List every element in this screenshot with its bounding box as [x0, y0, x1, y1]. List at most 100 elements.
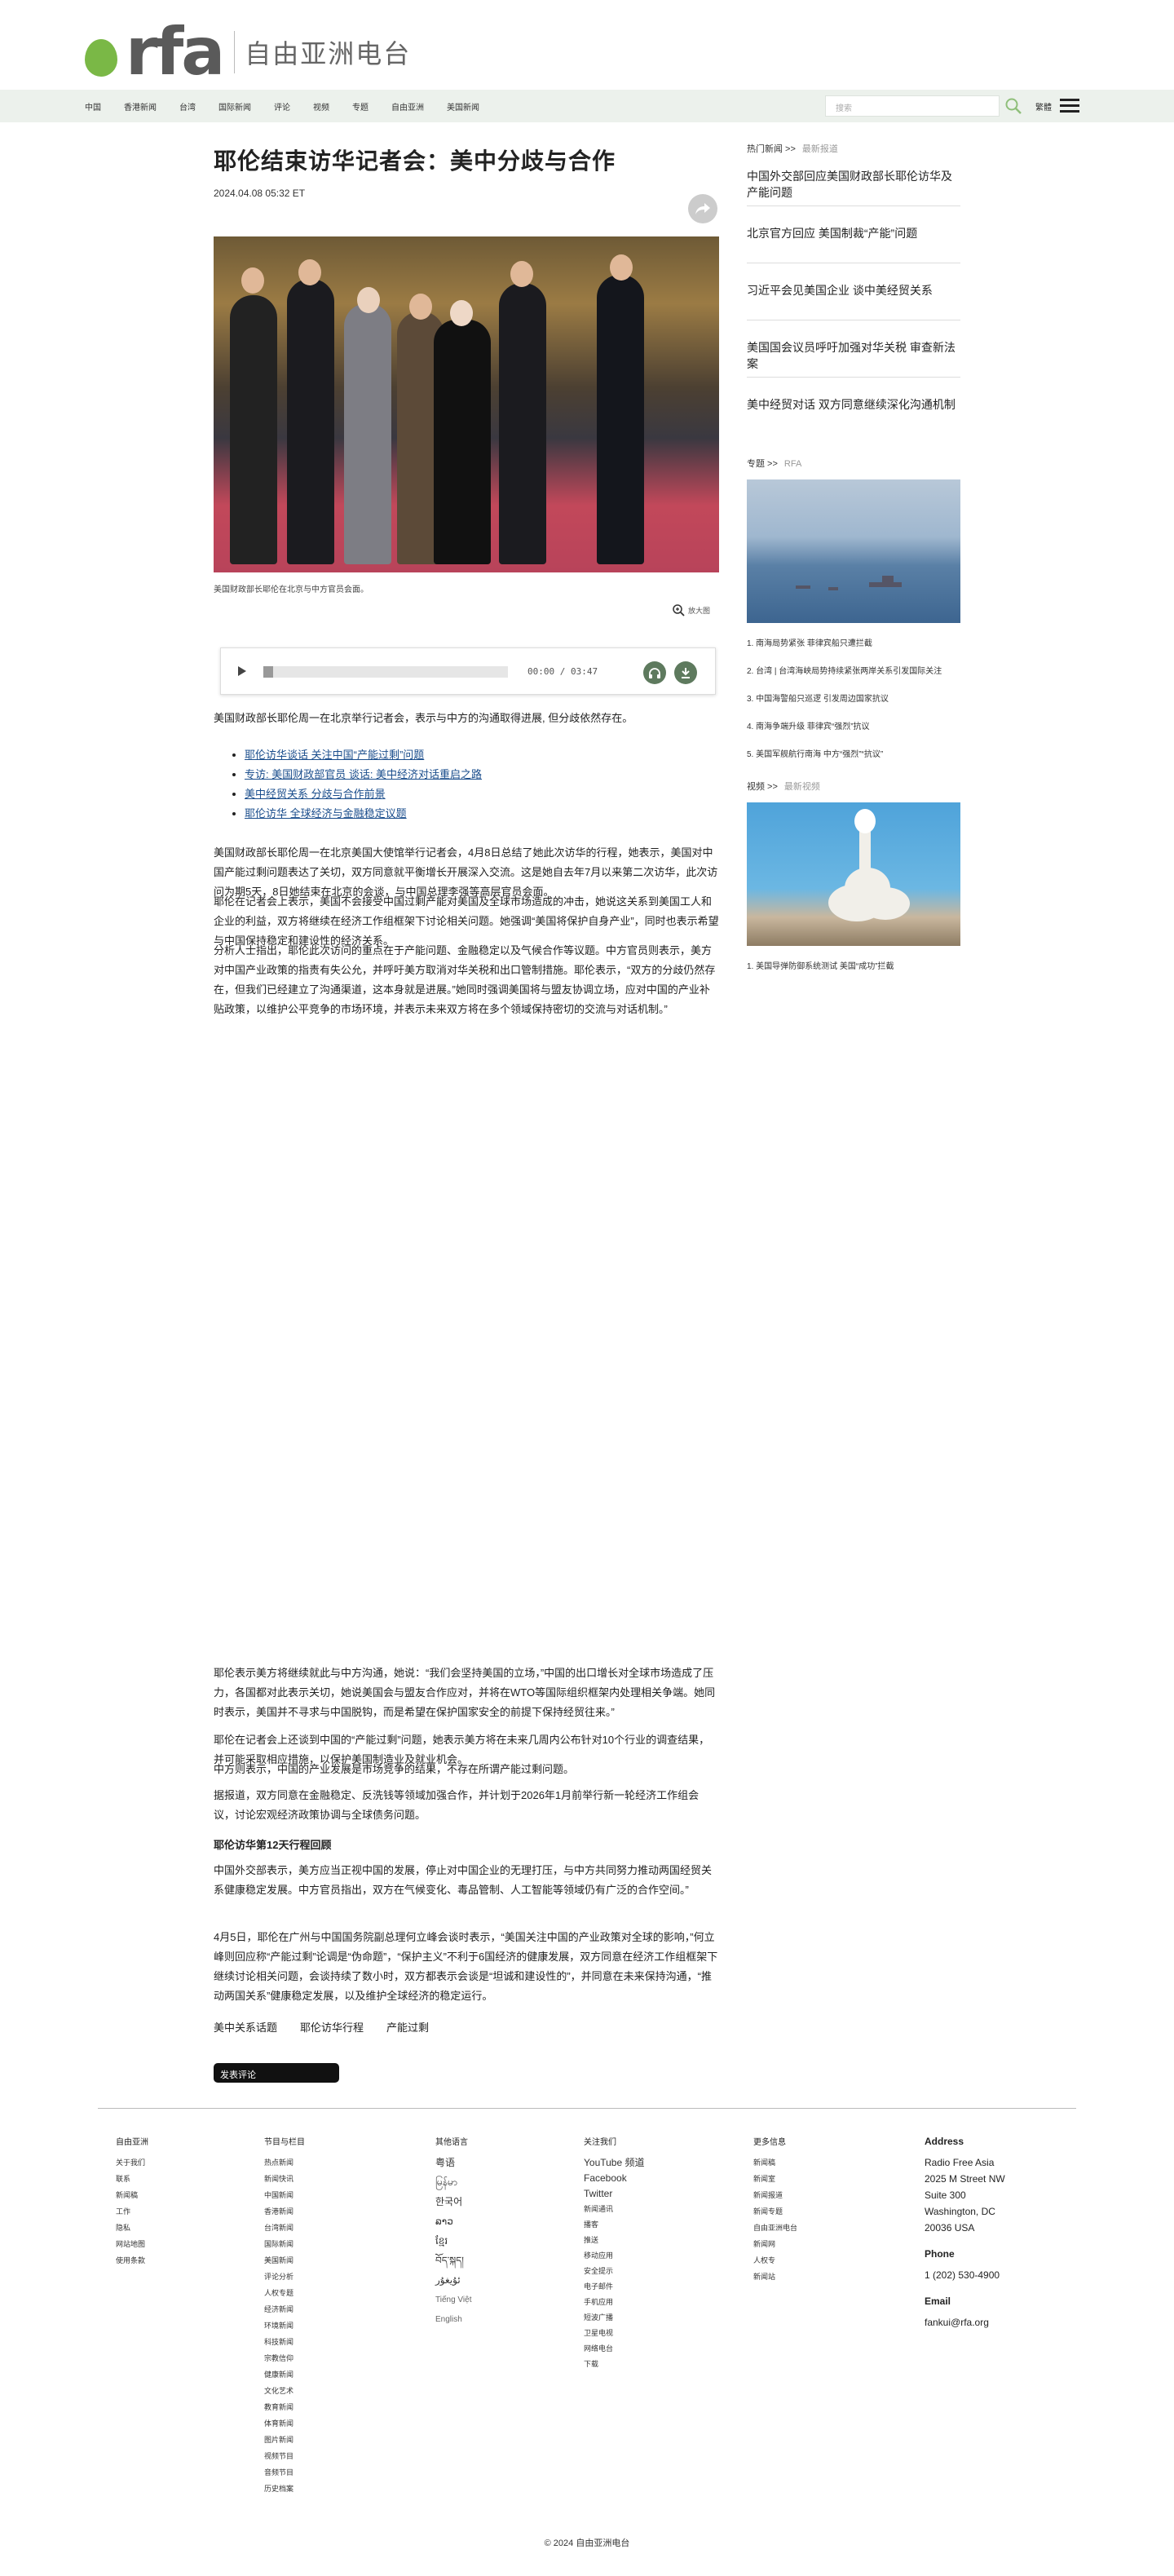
- headphones-icon[interactable]: [643, 661, 666, 684]
- rfa-logo[interactable]: rfa 自由亚洲电台: [85, 20, 411, 85]
- footer-link[interactable]: 经济新闻: [264, 2305, 305, 2314]
- traditional-chinese-toggle[interactable]: 繁體: [1035, 100, 1052, 113]
- nav-item[interactable]: 国际新闻: [218, 100, 251, 113]
- footer-link[interactable]: 网络电台: [584, 2344, 645, 2353]
- nav-item[interactable]: 评论: [274, 100, 290, 113]
- footer-link[interactable]: 美国新闻: [264, 2256, 305, 2265]
- footer-link[interactable]: 使用条款: [116, 2256, 148, 2265]
- sidebar-section-header[interactable]: 视频 >> 最新视频: [747, 780, 820, 793]
- nav-item[interactable]: 美国新闻: [447, 100, 479, 113]
- nav-item[interactable]: 中国: [85, 100, 101, 113]
- tag-link[interactable]: 美中关系话题: [214, 2019, 277, 2035]
- share-icon[interactable]: [688, 194, 717, 223]
- list-item[interactable]: 5. 美国军舰航行南海 中方“强烈”“抗议”: [747, 747, 883, 759]
- language-link[interactable]: Tiếng Việt: [435, 2295, 471, 2304]
- footer-link[interactable]: 文化艺术: [264, 2387, 305, 2396]
- footer-link[interactable]: 工作: [116, 2207, 148, 2216]
- footer-link[interactable]: 健康新闻: [264, 2371, 305, 2379]
- footer-link[interactable]: 短波广播: [584, 2313, 645, 2322]
- tag-link[interactable]: 产能过剩: [386, 2019, 429, 2035]
- footer-link[interactable]: 评论分析: [264, 2273, 305, 2282]
- twitter-link[interactable]: Twitter: [584, 2189, 645, 2198]
- footer-link[interactable]: 电子邮件: [584, 2282, 645, 2291]
- language-link[interactable]: မြန်မာ: [435, 2177, 471, 2187]
- footer-link[interactable]: 国际新闻: [264, 2240, 305, 2249]
- footer-link[interactable]: 视频节目: [264, 2452, 305, 2461]
- sidebar-section-header[interactable]: 专题 >> RFA: [747, 457, 801, 470]
- footer-link[interactable]: 热点新闻: [264, 2158, 305, 2167]
- footer-link[interactable]: 人权专题: [264, 2289, 305, 2298]
- list-item[interactable]: 1. 美国导弹防御系统测试 美国“成功”拦截: [747, 959, 894, 971]
- sidebar-story-link[interactable]: 美国国会议员呼吁加强对华关税 审查新法案: [747, 339, 960, 372]
- nav-item[interactable]: 自由亚洲: [391, 100, 424, 113]
- language-link[interactable]: བོད་སྐད།: [435, 2256, 471, 2265]
- footer-link[interactable]: 移动应用: [584, 2251, 645, 2260]
- play-icon[interactable]: [237, 665, 247, 677]
- footer-link[interactable]: 新闻稿: [116, 2191, 148, 2200]
- list-item[interactable]: 2. 台湾 | 台湾海峡局势持续紧张两岸关系引发国际关注: [747, 664, 942, 676]
- sidebar-story-link[interactable]: 北京官方回应 美国制裁“产能”问题: [747, 225, 960, 241]
- nav-item[interactable]: 台湾: [179, 100, 196, 113]
- sidebar-story-link[interactable]: 中国外交部回应美国财政部长耶伦访华及产能问题: [747, 168, 960, 201]
- audio-progress-bar[interactable]: [263, 666, 508, 678]
- footer-link[interactable]: 安全提示: [584, 2267, 645, 2276]
- footer-link[interactable]: 新闻室: [753, 2175, 797, 2184]
- search-input[interactable]: 搜索: [825, 95, 1000, 117]
- footer-link[interactable]: 新闻站: [753, 2273, 797, 2282]
- zoom-button[interactable]: 放大图: [672, 603, 710, 616]
- footer-link[interactable]: 音频节目: [264, 2468, 305, 2477]
- search-icon[interactable]: [1004, 97, 1022, 115]
- language-link[interactable]: 한국어: [435, 2197, 471, 2207]
- footer-link[interactable]: 体育新闻: [264, 2419, 305, 2428]
- footer-link[interactable]: 关于我们: [116, 2158, 148, 2167]
- footer-link[interactable]: 播客: [584, 2220, 645, 2229]
- language-link[interactable]: ئۇيغۇر: [435, 2275, 471, 2285]
- youtube-link[interactable]: YouTube 频道: [584, 2158, 645, 2167]
- footer-link[interactable]: 下载: [584, 2360, 645, 2369]
- nav-item[interactable]: 香港新闻: [124, 100, 157, 113]
- footer-link[interactable]: 图片新闻: [264, 2436, 305, 2445]
- related-link[interactable]: 美中经贸关系 分歧与合作前景: [245, 788, 386, 800]
- nav-item[interactable]: 视频: [313, 100, 329, 113]
- list-item[interactable]: 3. 中国海警船只巡逻 引发周边国家抗议: [747, 691, 889, 704]
- footer-link[interactable]: 隐私: [116, 2224, 148, 2233]
- footer-link[interactable]: 教育新闻: [264, 2403, 305, 2412]
- footer-link[interactable]: 自由亚洲电台: [753, 2224, 797, 2233]
- related-link[interactable]: 耶伦访华谈话 关注中国“产能过剩”问题: [245, 749, 424, 761]
- footer-link[interactable]: 新闻稿: [753, 2158, 797, 2167]
- footer-link[interactable]: 历史档案: [264, 2485, 305, 2494]
- footer-link[interactable]: 新闻网: [753, 2240, 797, 2249]
- comments-button[interactable]: 发表评论: [214, 2063, 339, 2083]
- footer-link[interactable]: 宗教信仰: [264, 2354, 305, 2363]
- language-link[interactable]: 粤语: [435, 2158, 471, 2167]
- footer-link[interactable]: 环境新闻: [264, 2322, 305, 2331]
- email-link[interactable]: fankui@rfa.org: [925, 2314, 1005, 2331]
- sidebar-story-link[interactable]: 习近平会见美国企业 谈中美经贸关系: [747, 282, 960, 298]
- language-link[interactable]: ລາວ: [435, 2216, 471, 2226]
- footer-link[interactable]: 科技新闻: [264, 2338, 305, 2347]
- tag-link[interactable]: 耶伦访华行程: [300, 2019, 364, 2035]
- phone-number[interactable]: 1 (202) 530-4900: [925, 2267, 1005, 2283]
- footer-link[interactable]: 新闻通讯: [584, 2205, 645, 2214]
- sidebar-photo-rocket[interactable]: [747, 802, 960, 946]
- hamburger-menu-icon[interactable]: [1060, 99, 1079, 113]
- sidebar-photo-sea[interactable]: [747, 479, 960, 623]
- related-link[interactable]: 耶伦访华 全球经济与金融稳定议题: [245, 807, 407, 820]
- list-item[interactable]: 4. 南海争端升级 菲律宾“强烈”抗议: [747, 719, 870, 731]
- footer-link[interactable]: 香港新闻: [264, 2207, 305, 2216]
- footer-link[interactable]: 推送: [584, 2236, 645, 2245]
- list-item[interactable]: 1. 南海局势紧张 菲律宾船只遭拦截: [747, 636, 872, 648]
- footer-link[interactable]: 新闻专题: [753, 2207, 797, 2216]
- download-icon[interactable]: [674, 661, 697, 684]
- sidebar-section-header[interactable]: 热门新闻 >> 最新报道: [747, 142, 838, 155]
- related-link[interactable]: 专访: 美国财政部官员 谈话: 美中经济对话重启之路: [245, 768, 482, 780]
- footer-link[interactable]: 新闻报道: [753, 2191, 797, 2200]
- footer-link[interactable]: 手机应用: [584, 2298, 645, 2307]
- footer-link[interactable]: 卫星电视: [584, 2329, 645, 2338]
- nav-item[interactable]: 专题: [352, 100, 369, 113]
- footer-link[interactable]: 网站地图: [116, 2240, 148, 2249]
- footer-link[interactable]: 台湾新闻: [264, 2224, 305, 2233]
- language-link[interactable]: English: [435, 2315, 471, 2324]
- facebook-link[interactable]: Facebook: [584, 2173, 645, 2183]
- sidebar-story-link[interactable]: 美中经贸对话 双方同意继续深化沟通机制: [747, 396, 960, 413]
